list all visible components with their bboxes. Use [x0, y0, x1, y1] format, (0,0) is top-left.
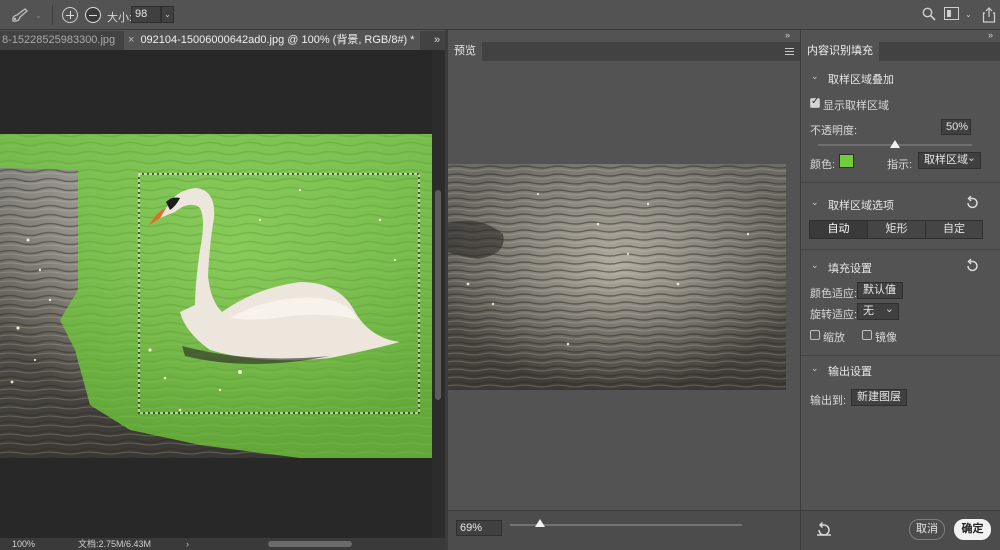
panel-footer: 取消 确定	[801, 510, 1000, 550]
canvas-vertical-scrollbar[interactable]	[432, 50, 445, 538]
chevron-down-icon[interactable]: ⌄	[811, 71, 819, 82]
mirror-label: 镜像	[875, 332, 897, 344]
tool-preset-caret-icon[interactable]: ⌄	[35, 11, 42, 20]
fill-settings-title: 填充设置	[828, 263, 872, 275]
reset-icon[interactable]	[965, 259, 979, 273]
cancel-button[interactable]: 取消	[909, 519, 945, 540]
show-sampling-label: 显示取样区域	[823, 100, 889, 112]
content-aware-fill-header: 内容识别填充	[801, 42, 1000, 61]
options-divider	[52, 5, 53, 25]
chevron-down-icon[interactable]: ⌄	[811, 260, 819, 271]
section-divider	[801, 182, 1000, 183]
canvas-horizontal-scroll-thumb[interactable]	[268, 541, 352, 547]
indicate-label: 指示:	[887, 159, 913, 171]
close-tab-icon[interactable]: ×	[128, 34, 134, 46]
add-to-sample-button[interactable]	[62, 7, 78, 23]
section-divider	[801, 355, 1000, 356]
preview-zoom-slider-thumb[interactable]	[535, 519, 546, 527]
collapse-preview-icon[interactable]: »	[785, 30, 790, 40]
status-bar: 100% 文档:2.75M/6.43M ›	[0, 538, 445, 550]
document-tab-inactive[interactable]: 8-15228525983300.jpg	[0, 31, 124, 50]
reset-all-icon[interactable]	[816, 522, 832, 536]
sampling-options-segmented: 自动 矩形 自定	[809, 220, 983, 239]
color-adaptation-dropdown[interactable]: 默认值	[857, 281, 903, 299]
rotation-adaptation-label: 旋转适应:	[810, 309, 858, 321]
overlay-color-swatch[interactable]	[839, 154, 854, 168]
preview-panel: » 预览 69%	[448, 30, 800, 550]
chevron-down-icon[interactable]: ⌄	[811, 363, 819, 374]
options-bar: ⌄ 大小: 98 ⌄ ⌄	[0, 0, 1000, 30]
collapse-panel-icon[interactable]: »	[988, 30, 993, 40]
sampling-brush-icon[interactable]	[10, 7, 32, 23]
panel-menu-icon[interactable]	[785, 48, 794, 55]
output-to-label: 输出到:	[810, 395, 847, 407]
workspace-layout-icon[interactable]	[944, 7, 959, 20]
sampling-auto-option[interactable]: 自动	[810, 221, 868, 238]
opacity-slider-thumb[interactable]	[890, 140, 900, 148]
color-label: 颜色:	[810, 159, 836, 171]
document-tab-active[interactable]: × 092104-15006000642ad0.jpg @ 100% (背景, R…	[124, 31, 420, 50]
status-doc-size: 文档:2.75M/6.43M	[78, 539, 152, 549]
mirror-checkbox[interactable]	[862, 330, 872, 340]
document-tab-title: 8-15228525983300.jpg	[2, 34, 116, 46]
scale-label: 缩放	[823, 332, 845, 344]
preview-zoom-input[interactable]: 69%	[456, 520, 502, 536]
canvas-vertical-scroll-thumb[interactable]	[435, 190, 441, 400]
more-tabs-icon[interactable]: »	[430, 31, 444, 50]
document-tab-title: 092104-15006000642ad0.jpg @ 100% (背景, RG…	[140, 34, 415, 46]
show-sampling-checkbox[interactable]	[810, 96, 820, 108]
output-to-dropdown[interactable]: 新建图层	[851, 388, 907, 406]
sampling-overlay-title: 取样区域叠加	[828, 74, 894, 86]
photoshop-window: ⌄ 大小: 98 ⌄ ⌄ 8-15228525983300.jpg × 09210…	[0, 0, 1000, 550]
brush-size-dropdown[interactable]: ⌄	[161, 6, 174, 23]
brush-size-input[interactable]: 98	[131, 6, 161, 23]
fill-preview-image	[448, 164, 786, 390]
sampling-custom-option[interactable]: 自定	[926, 221, 982, 238]
search-icon[interactable]	[922, 7, 936, 21]
rotation-adaptation-dropdown[interactable]: 无	[857, 302, 899, 320]
section-divider	[801, 249, 1000, 250]
subtract-from-sample-button[interactable]	[85, 7, 101, 23]
output-settings-title: 输出设置	[828, 366, 872, 378]
workspace-caret-icon[interactable]: ⌄	[965, 10, 972, 19]
chevron-down-icon[interactable]: ⌄	[811, 197, 819, 208]
ok-button[interactable]: 确定	[954, 519, 991, 540]
share-icon[interactable]	[982, 7, 996, 23]
opacity-label: 不透明度:	[810, 125, 858, 137]
content-aware-fill-tab[interactable]: 内容识别填充	[801, 42, 879, 61]
content-aware-fill-panel: » 内容识别填充 ⌄ 取样区域叠加 显示取样区域 不透明度: 50% 颜色: 指…	[800, 30, 1000, 550]
sampling-options-title: 取样区域选项	[828, 200, 894, 212]
status-zoom[interactable]: 100%	[12, 538, 35, 550]
reset-icon[interactable]	[965, 196, 979, 210]
indicate-dropdown[interactable]: 取样区域	[918, 151, 981, 169]
document-tab-bar: 8-15228525983300.jpg × 092104-15006000642…	[0, 31, 445, 50]
swan-photo	[0, 134, 432, 458]
opacity-input[interactable]: 50%	[941, 119, 971, 135]
document-canvas[interactable]	[0, 50, 432, 538]
sampling-rectangle-option[interactable]: 矩形	[868, 221, 926, 238]
preview-tab[interactable]: 预览	[448, 42, 482, 61]
preview-panel-header: 预览	[448, 42, 800, 61]
preview-footer: 69%	[448, 510, 800, 550]
brush-size-label: 大小:	[107, 12, 133, 24]
scale-checkbox[interactable]	[810, 330, 820, 340]
color-adaptation-label: 颜色适应:	[810, 288, 858, 300]
status-menu-arrow-icon[interactable]: ›	[186, 538, 189, 550]
